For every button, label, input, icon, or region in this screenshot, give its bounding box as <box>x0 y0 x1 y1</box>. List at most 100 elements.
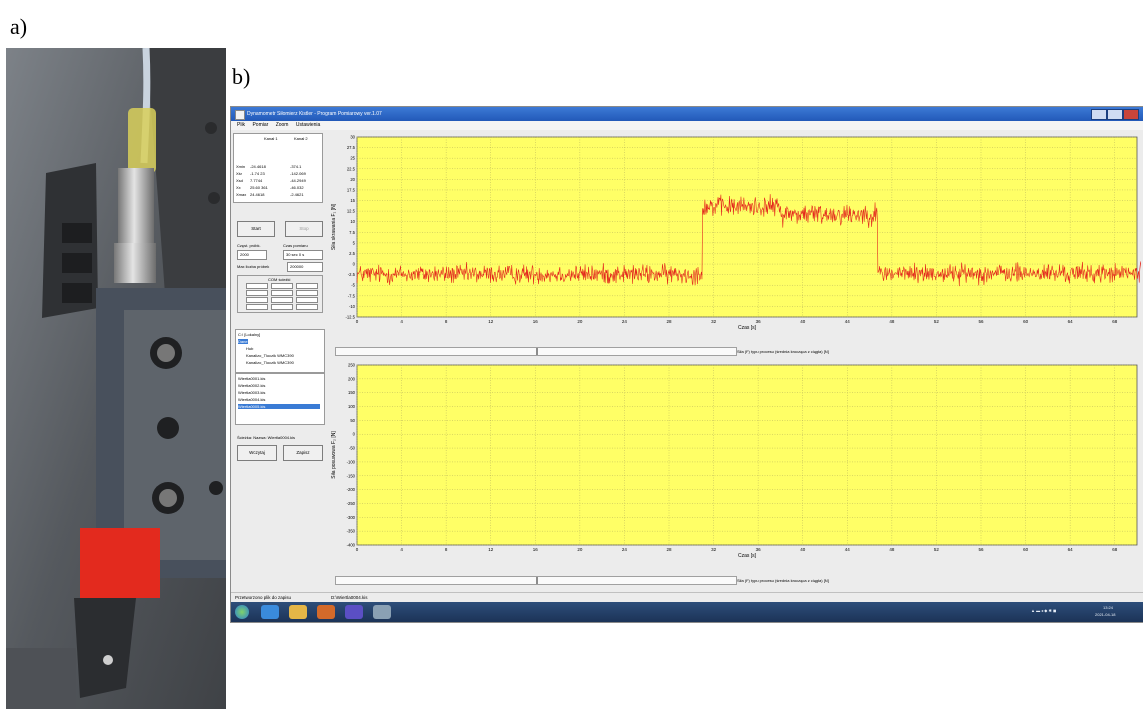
x-tick-label: 28 <box>666 319 672 324</box>
duration-label: Czas pomiaru <box>283 243 308 248</box>
x-tick-label: 16 <box>533 547 539 552</box>
y-tick-label: -50 <box>349 446 356 451</box>
x-axis-label: Czas [s] <box>738 325 757 331</box>
start-orb-icon[interactable] <box>235 605 249 619</box>
maximize-button[interactable] <box>1107 109 1123 120</box>
browser-icon[interactable] <box>261 605 279 619</box>
panel-b-label: b) <box>232 64 251 89</box>
chart-1-caption: Siła (F) typu procesu (średnia krocząca … <box>737 349 829 354</box>
stats-row-label: Xśr <box>236 171 242 176</box>
x-tick-label: 64 <box>1068 319 1074 324</box>
chart-2-caption: Siła (F) typu procesu (średnia krocząca … <box>737 578 829 583</box>
minimize-button[interactable] <box>1091 109 1107 120</box>
menu-zoom[interactable]: Zoom <box>276 121 289 130</box>
menu-settings[interactable]: Ustawienia <box>296 121 320 130</box>
panel-a-label: a) <box>10 14 28 39</box>
y-tick-label: 10 <box>350 219 355 224</box>
x-tick-label: 4 <box>400 547 403 552</box>
stats-row-ch1: -24.4618 <box>250 164 266 169</box>
com-field[interactable] <box>296 290 318 296</box>
folder-tree-item[interactable]: Kanalizo_Tloczik WMC390 <box>246 360 294 365</box>
sampling-label: Częst. próbk. <box>237 243 261 248</box>
stats-row-ch2: -374.1 <box>290 164 302 169</box>
x-tick-label: 40 <box>800 547 806 552</box>
max-samples-input[interactable]: 200000 <box>287 262 323 272</box>
file-list-item[interactable]: Wiertla0001.kis <box>238 376 320 381</box>
chart-2-scrollbar[interactable] <box>335 576 737 585</box>
read-button[interactable]: Wczytaj <box>237 445 277 461</box>
y-tick-label: 2.5 <box>349 251 355 256</box>
com-field[interactable] <box>246 297 268 303</box>
menu-measure[interactable]: Pomiar <box>252 121 268 130</box>
com-field[interactable] <box>271 290 293 296</box>
file-list-item[interactable]: Wiertla0004.kis <box>238 397 320 402</box>
y-axis-label: Siła skrawania F₁ [N] <box>331 203 337 250</box>
file-list-item[interactable]: Wiertla0003.kis <box>238 390 320 395</box>
title-bar[interactable]: Dynamometr Siłomierz Kistler - Program P… <box>231 107 1143 121</box>
x-tick-label: 24 <box>622 319 628 324</box>
com-field[interactable] <box>271 283 293 289</box>
media-player-icon[interactable] <box>317 605 335 619</box>
com-field[interactable] <box>271 304 293 310</box>
com-group: COM ścieżki <box>237 275 323 313</box>
com-field[interactable] <box>296 304 318 310</box>
y-tick-label: -2.5 <box>348 272 356 277</box>
stats-row-ch2: -2.4621 <box>290 192 304 197</box>
com-field[interactable] <box>296 297 318 303</box>
com-field[interactable] <box>246 304 268 310</box>
folder-tree[interactable]: C:\ [Lokalny] Dane Hub Kanalizo_Tloczik WMC… <box>235 329 325 373</box>
menu-file[interactable]: Plik <box>237 121 245 130</box>
x-tick-label: 24 <box>622 547 628 552</box>
file-list-item[interactable]: Wiertla0002.kis <box>238 383 320 388</box>
com-field[interactable] <box>296 283 318 289</box>
stop-button[interactable]: Stop <box>285 221 323 237</box>
x-tick-label: 12 <box>488 319 494 324</box>
app-icon <box>235 110 245 120</box>
y-tick-label: -10 <box>349 304 356 309</box>
folder-tree-item[interactable]: Dane <box>238 339 248 344</box>
save-button[interactable]: Zapisz <box>283 445 323 461</box>
x-tick-label: 8 <box>445 547 448 552</box>
tray-icons[interactable]: ▲ ▬ ◂ ◆ ✱ ◼ <box>1031 608 1056 613</box>
y-tick-label: 30 <box>350 135 355 140</box>
folder-icon[interactable] <box>289 605 307 619</box>
start-button[interactable]: Start <box>237 221 275 237</box>
x-tick-label: 44 <box>845 319 851 324</box>
chart-1-scrollbar[interactable] <box>335 347 737 356</box>
y-tick-label: -5 <box>351 283 355 288</box>
max-samples-label: Max liczba próbek <box>237 264 270 269</box>
com-field[interactable] <box>246 290 268 296</box>
com-field[interactable] <box>271 297 293 303</box>
sampling-select[interactable]: 2000 <box>237 250 267 260</box>
x-axis-label: Czas [s] <box>738 553 757 559</box>
stats-row-label: Xx <box>236 185 241 190</box>
stats-table: Kanał 1 Kanał 2 Xmin -24.4618 -374.1 Xśr -1.… <box>233 133 323 203</box>
chart-1-scroll-thumb[interactable] <box>536 348 538 355</box>
sensor-photo-illustration <box>6 48 226 709</box>
file-list[interactable]: Wiertla0001.kis Wiertla0002.kis Wiertla000… <box>235 373 325 425</box>
duration-input[interactable]: 30 sec 0 s <box>283 250 323 260</box>
folder-tree-item[interactable]: C:\ [Lokalny] <box>238 332 260 337</box>
y-tick-label: 100 <box>348 404 356 409</box>
control-panel: Kanał 1 Kanał 2 Xmin -24.4618 -374.1 Xśr -1.… <box>233 133 327 603</box>
window-title: Dynamometr Siłomierz Kistler - Program P… <box>247 111 382 117</box>
file-name-label: Ścieżka: Nazwa: Wiertla0004.kis <box>237 435 296 440</box>
x-tick-label: 28 <box>666 547 672 552</box>
app-taskbar-icon[interactable] <box>345 605 363 619</box>
y-tick-label: 200 <box>348 376 356 381</box>
file-list-item[interactable]: Wiertla0005.kis <box>238 404 320 409</box>
stats-row-ch2: -44.2949 <box>290 178 306 183</box>
chart-2-scroll-thumb[interactable] <box>536 577 538 584</box>
close-button[interactable] <box>1123 109 1139 120</box>
stats-row-label: Xmax <box>236 192 247 197</box>
com-field[interactable] <box>246 283 268 289</box>
y-tick-label: 0 <box>353 262 356 267</box>
folder-tree-item[interactable]: Hub <box>246 346 253 351</box>
stats-row-ch2: -46.032 <box>290 185 304 190</box>
x-tick-label: 4 <box>400 319 403 324</box>
stats-row-ch1: -1.74 23 <box>250 171 265 176</box>
settings-icon[interactable] <box>373 605 391 619</box>
y-tick-label: -12.5 <box>345 315 355 320</box>
x-tick-label: 60 <box>1023 319 1029 324</box>
folder-tree-item[interactable]: Kanalizo_Tloczik WMC390 <box>246 353 294 358</box>
